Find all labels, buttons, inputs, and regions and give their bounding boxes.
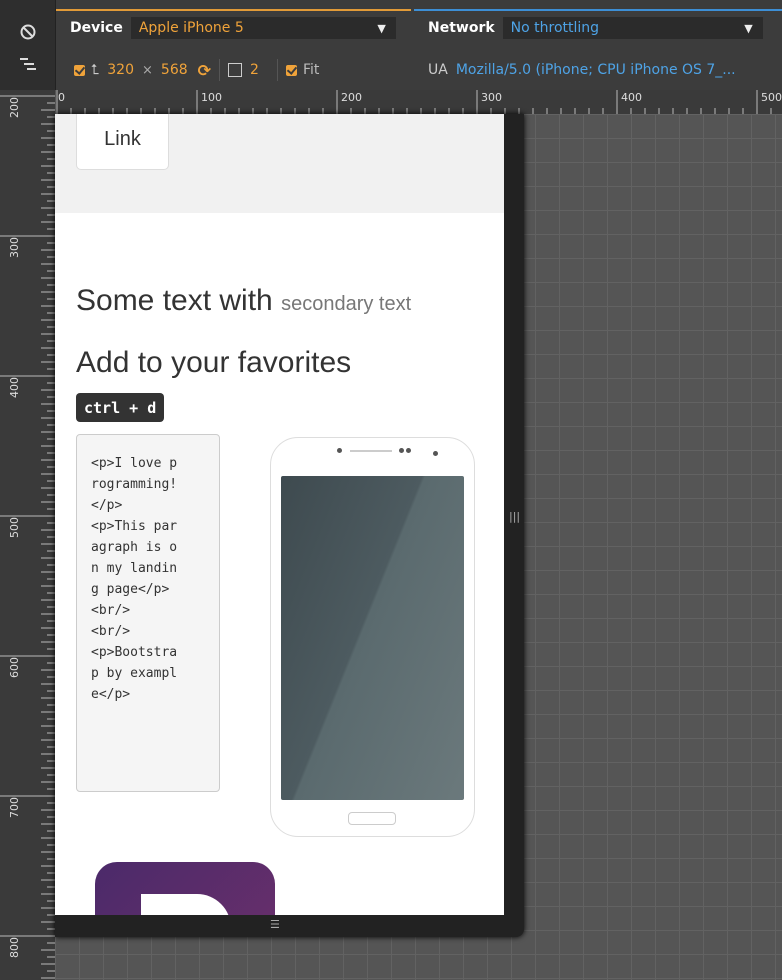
ruler-label: 200	[8, 97, 21, 118]
secondary-text: secondary text	[281, 293, 412, 315]
fit-label: Fit	[302, 62, 320, 78]
ruler-label: 300	[8, 237, 21, 258]
device-mode-toolbar: Device Apple iPhone 5 ▼ ⮤ 320 × 568 ⟳ 2 …	[0, 0, 782, 92]
code-block: <p>I love p rogramming! </p> <p>This par…	[76, 434, 220, 792]
dimensions-row: ⮤ 320 × 568 ⟳ 2 Fit	[56, 55, 411, 85]
phone-camera-dot	[337, 448, 342, 453]
fit-checkbox[interactable]	[285, 64, 297, 76]
height-field[interactable]: 568	[161, 62, 188, 78]
network-panel: Network No throttling ▼ UA Mozilla/5.0 (…	[414, 9, 782, 92]
ruler-label: 300	[481, 91, 502, 104]
block-icon[interactable]	[18, 22, 38, 42]
device-select[interactable]: Apple iPhone 5 ▼	[130, 17, 396, 39]
device-row: Device Apple iPhone 5 ▼	[56, 13, 411, 43]
ruler-label: 400	[8, 377, 21, 398]
width-field[interactable]: 320	[107, 62, 134, 78]
ruler-label: 400	[621, 91, 642, 104]
keyboard-shortcut: ctrl + d	[76, 393, 165, 422]
toolbar-left-strip	[0, 0, 56, 90]
ruler-label: 800	[8, 937, 21, 958]
ua-label: UA	[428, 62, 448, 78]
rotate-icon[interactable]: ⟳	[198, 61, 211, 80]
chevron-down-icon: ▼	[377, 22, 386, 35]
phone-home-button	[348, 812, 396, 825]
ua-row: UA Mozilla/5.0 (iPhone; CPU iPhone OS 7_…	[414, 55, 782, 85]
horizontal-ruler: 0 100 200 300 400 500	[55, 90, 782, 115]
media-queries-icon[interactable]	[18, 54, 38, 74]
divider	[276, 59, 278, 81]
ruler-label: 0	[58, 91, 65, 104]
network-row: Network No throttling ▼	[414, 13, 782, 43]
phone-screen	[281, 476, 464, 800]
dpr-field[interactable]: 2	[250, 62, 259, 78]
phone-speaker	[350, 450, 392, 452]
favorites-heading: Add to your favorites	[76, 346, 352, 379]
resize-handle-bottom[interactable]: ☰	[270, 918, 280, 931]
network-select-value: No throttling	[510, 20, 600, 36]
device-label: Device	[70, 20, 123, 36]
device-panel: Device Apple iPhone 5 ▼ ⮤ 320 × 568 ⟳ 2 …	[56, 9, 411, 92]
device-select-value: Apple iPhone 5	[138, 20, 244, 36]
resize-handle-right[interactable]: |||	[509, 510, 520, 523]
ruler-label: 100	[201, 91, 222, 104]
phone-image	[270, 437, 475, 837]
ruler-label: 500	[8, 517, 21, 538]
phone-sensor-dot	[406, 448, 411, 453]
navbar-area: Link	[55, 114, 504, 213]
link-button[interactable]: Link	[76, 114, 169, 170]
emulate-resolution-checkbox[interactable]	[74, 64, 85, 76]
network-label: Network	[428, 20, 495, 36]
vertical-ruler: 200 300 400 500 600 700 800	[0, 90, 56, 980]
phone-sensor-dot	[399, 448, 404, 453]
times-symbol: ×	[142, 62, 153, 78]
swap-dimensions-icon[interactable]: ⮤	[91, 62, 99, 78]
ruler-label: 200	[341, 91, 362, 104]
bootstrap-logo	[95, 862, 275, 915]
ruler-label: 600	[8, 657, 21, 678]
device-pixel-ratio-icon	[228, 63, 243, 77]
divider	[219, 59, 221, 81]
phone-sensor-dot	[433, 451, 438, 456]
heading-text: Some text with	[76, 284, 273, 317]
horizontal-ruler-ticks	[56, 90, 772, 114]
ruler-label: 700	[8, 797, 21, 818]
ua-field[interactable]: Mozilla/5.0 (iPhone; CPU iPhone OS 7_...	[456, 62, 736, 78]
heading-with-secondary: Some text with secondary text	[76, 284, 411, 318]
ruler-label: 500	[761, 91, 782, 104]
network-select[interactable]: No throttling ▼	[502, 17, 763, 39]
logo-letter-shape	[141, 894, 231, 915]
device-screen: Link Some text with secondary text Add t…	[55, 114, 504, 915]
chevron-down-icon: ▼	[744, 22, 753, 35]
